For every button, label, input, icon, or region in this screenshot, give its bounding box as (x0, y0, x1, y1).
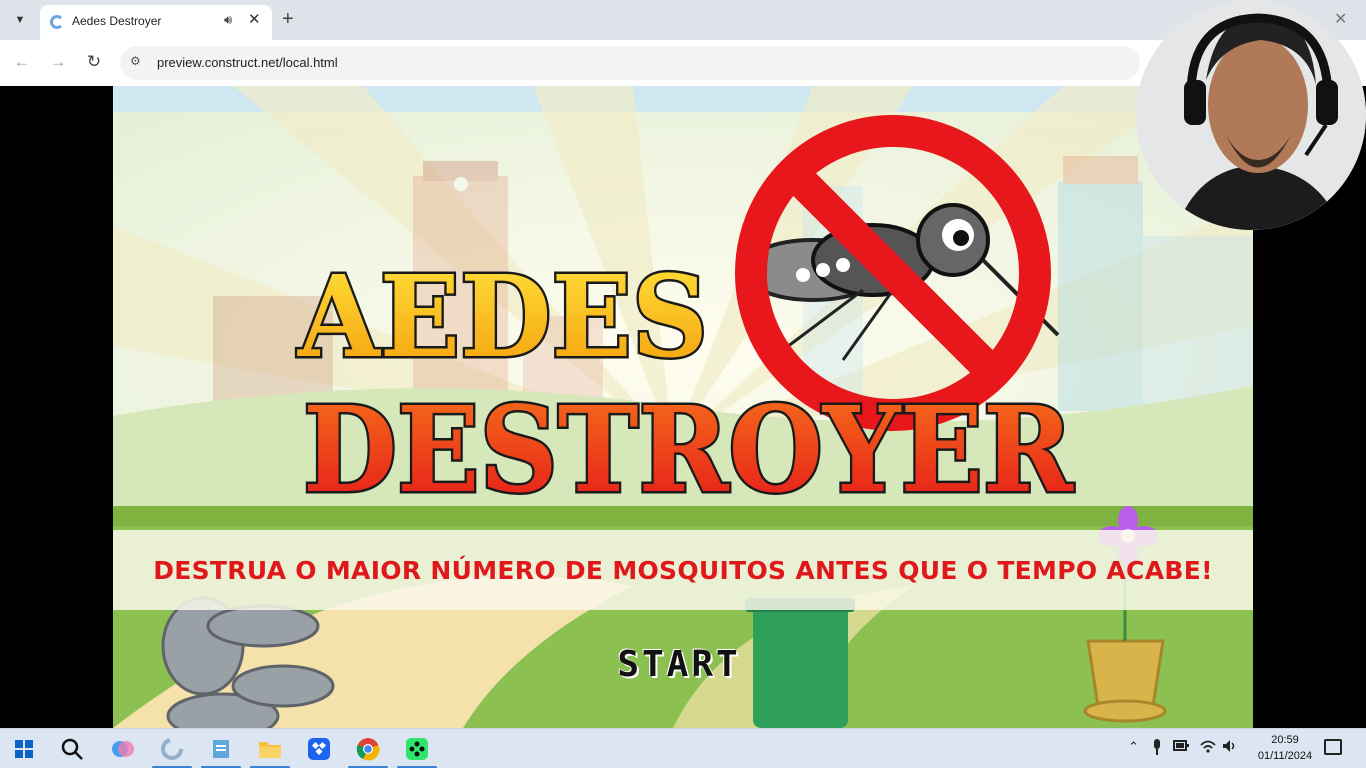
volume-icon[interactable] (1222, 739, 1238, 756)
clock-date: 01/11/2024 (1257, 750, 1313, 762)
tab-title: Aedes Destroyer (72, 14, 162, 28)
windows-start-icon[interactable] (10, 735, 38, 763)
screen: ▼ Aedes Destroyer 🔊︎ ✕ + ✕ ← → ↻ ⚙︎ prev… (0, 0, 1366, 768)
construct-favicon-icon (50, 15, 64, 29)
notification-center-icon[interactable] (1324, 739, 1342, 755)
forward-arrow-icon[interactable]: → (47, 52, 69, 72)
construct-app-icon[interactable] (152, 735, 192, 768)
game-title-logo: AEDES DESTROYER (295, 250, 1077, 507)
window-close-icon[interactable]: ✕ (1334, 9, 1347, 29)
green-bin (745, 598, 855, 728)
site-info-icon[interactable]: ⚙︎ (130, 54, 141, 68)
battery-icon[interactable] (1173, 739, 1189, 754)
gamepad-app-icon[interactable] (397, 735, 437, 768)
tab-aedes-destroyer[interactable]: Aedes Destroyer 🔊︎ ✕ (40, 5, 272, 40)
copilot-icon[interactable] (109, 735, 137, 763)
title-line-destroyer: DESTROYER (303, 380, 1074, 506)
tab-close-icon[interactable]: ✕ (248, 10, 261, 28)
back-arrow-icon[interactable]: ← (11, 52, 33, 72)
chrome-icon[interactable] (348, 735, 388, 768)
tab-strip: ▼ Aedes Destroyer 🔊︎ ✕ + ✕ (0, 0, 1366, 40)
chevron-up-icon[interactable]: ⌃ (1128, 739, 1139, 755)
notepad-icon[interactable] (201, 735, 241, 768)
address-bar-url[interactable]: preview.construct.net/local.html (157, 55, 338, 70)
game-canvas[interactable]: DESTRUA O MAIOR NÚMERO DE MOSQUITOS ANTE… (113, 86, 1253, 728)
system-clock[interactable]: 20:59 01/11/2024 (1250, 732, 1320, 764)
tab-search-button[interactable]: ▼ (8, 8, 32, 32)
wifi-icon[interactable] (1200, 739, 1216, 756)
search-icon[interactable] (58, 735, 86, 763)
start-button[interactable]: START (599, 643, 759, 685)
instructions-text: DESTRUA O MAIOR NÚMERO DE MOSQUITOS ANTE… (153, 555, 1213, 585)
title-line-aedes: AEDES (297, 252, 708, 383)
new-tab-button[interactable]: + (282, 8, 294, 30)
speaker-icon[interactable]: 🔊︎ (224, 12, 232, 28)
instructions-banner: DESTRUA O MAIOR NÚMERO DE MOSQUITOS ANTE… (113, 530, 1253, 610)
address-bar[interactable]: ⚙︎ preview.construct.net/local.html (120, 46, 1140, 80)
windows-taskbar: ⌃ 20:59 01/11/2024 (0, 728, 1366, 768)
dropbox-icon[interactable] (305, 735, 333, 763)
file-explorer-icon[interactable] (250, 735, 290, 768)
reload-icon[interactable]: ↻ (83, 52, 105, 72)
microphone-icon[interactable] (1152, 739, 1162, 758)
webcam-overlay (1136, 0, 1366, 230)
clock-time: 20:59 (1271, 734, 1299, 746)
